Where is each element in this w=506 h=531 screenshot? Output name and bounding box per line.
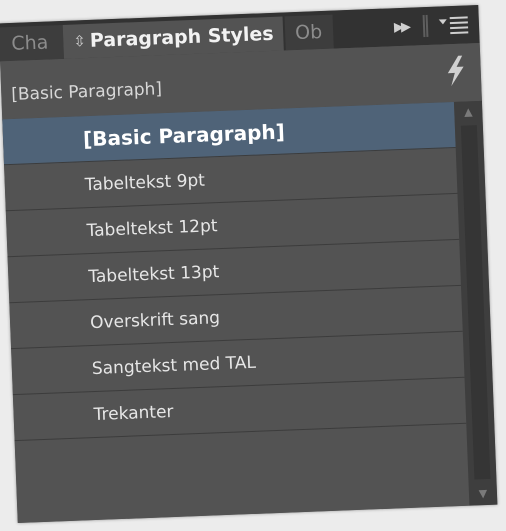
tab-object-label: Ob bbox=[294, 20, 323, 45]
tab-object[interactable]: Ob bbox=[284, 14, 334, 51]
tab-character[interactable]: Cha bbox=[0, 24, 64, 62]
tab-bar-divider bbox=[422, 15, 426, 38]
tab-paragraph-styles-label: Paragraph Styles bbox=[89, 22, 275, 52]
styles-list: [Basic Paragraph] Tabeltekst 9pt Tabelte… bbox=[2, 101, 470, 524]
tab-character-label: Cha bbox=[10, 31, 49, 55]
triangle-down-icon[interactable]: ▼ bbox=[469, 483, 498, 506]
lightning-icon[interactable] bbox=[440, 53, 471, 88]
up-down-arrows-icon: ⇳ bbox=[72, 32, 87, 51]
current-style-label: [Basic Paragraph] bbox=[10, 79, 163, 105]
double-right-arrow-icon[interactable]: ▶▶ bbox=[387, 13, 416, 42]
triangle-up-icon[interactable]: ▲ bbox=[454, 101, 483, 124]
paragraph-styles-panel: Cha ⇳ Paragraph Styles Ob ▶▶ [Basic Parag… bbox=[0, 4, 498, 524]
panel-menu-icon[interactable] bbox=[437, 12, 472, 37]
